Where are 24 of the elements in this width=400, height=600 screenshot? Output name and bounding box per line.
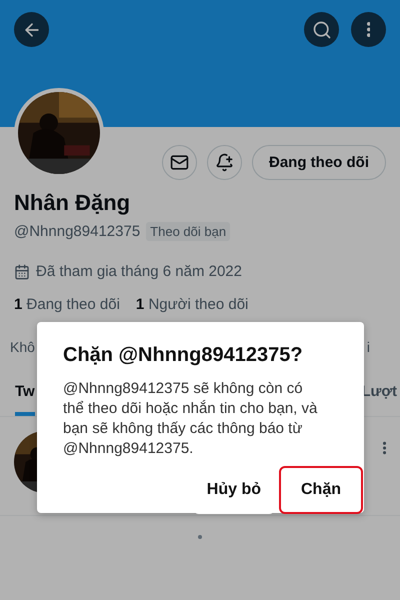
note-text: i <box>366 339 370 355</box>
calendar-icon <box>14 264 30 280</box>
profile-name: Nhân Đặng <box>14 190 132 216</box>
note-text: Khô <box>10 339 35 355</box>
block-button[interactable]: Chặn <box>279 466 363 514</box>
message-button[interactable] <box>162 145 197 180</box>
back-button[interactable] <box>14 12 49 47</box>
more-button[interactable] <box>351 12 386 47</box>
profile-handle: @Nhnng89412375 <box>14 223 140 240</box>
bell-plus-icon <box>215 153 234 172</box>
more-icon <box>366 21 370 38</box>
search-icon <box>312 20 332 40</box>
mail-icon <box>170 153 189 172</box>
follow-stat[interactable]: 1 Đang theo dõi <box>14 296 120 313</box>
notify-button[interactable] <box>207 145 242 180</box>
loading-dot-icon <box>198 535 202 539</box>
more-icon[interactable] <box>382 441 386 455</box>
search-button[interactable] <box>304 12 339 47</box>
dialog-title: Chặn @Nhnng89412375? <box>63 344 304 367</box>
join-date: Đã tham gia tháng 6 năm 2022 <box>36 263 242 280</box>
dialog-message: @Nhnng89412375 sẽ không còn có thể theo dõi hoặc nhắn tin cho bạn, và bạn sẽ không thấy các thông báo từ @Nhnng89412375. <box>63 379 318 459</box>
follow-stat[interactable]: 1 Người theo dõi <box>136 296 248 313</box>
follows-you-badge: Theo dõi bạn <box>146 222 230 241</box>
following-button[interactable]: Đang theo dõi <box>252 145 386 180</box>
